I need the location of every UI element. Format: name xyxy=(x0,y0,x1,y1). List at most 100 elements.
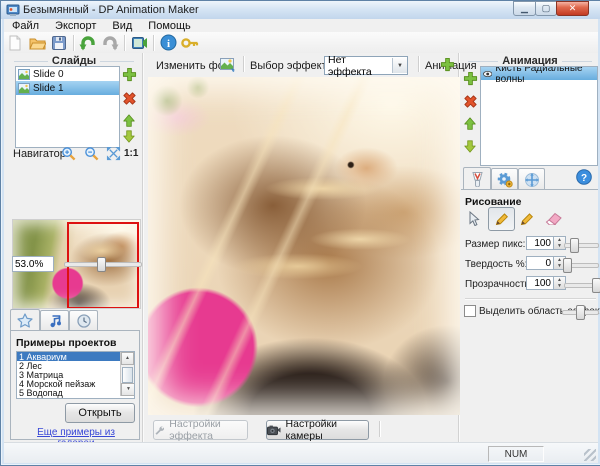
opacity-spinner[interactable]: 100 ▲▼ xyxy=(526,276,566,290)
opacity-slider-thumb[interactable] xyxy=(592,278,600,293)
select-effect-area-checkbox[interactable] xyxy=(464,305,476,317)
move-slide-up-button[interactable] xyxy=(121,113,137,129)
brush-tool-button-active[interactable] xyxy=(488,207,515,231)
slide-label: Slide 1 xyxy=(33,83,64,94)
select-tool-button[interactable] xyxy=(463,209,485,228)
arrow-up-icon xyxy=(463,117,477,131)
projects-list[interactable]: 1 Аквариум 2 Лес 3 Матрица 4 Морской пей… xyxy=(16,351,135,399)
hardness-slider[interactable] xyxy=(564,263,599,268)
plus-icon xyxy=(463,71,478,86)
info-icon: i xyxy=(160,34,177,51)
effect-settings-button[interactable]: Настройки эффекта xyxy=(153,420,248,440)
brush-size-label: Размер пикс: xyxy=(465,239,525,250)
project-item[interactable]: 5 Водопад xyxy=(17,388,121,397)
camera-settings-label: Настройки камеры xyxy=(286,418,368,442)
delete-slide-button[interactable] xyxy=(121,90,137,106)
wrench-icon xyxy=(154,424,164,436)
dropdown-arrow-icon[interactable]: ▼ xyxy=(392,58,407,73)
minimize-button[interactable]: ▁ xyxy=(513,1,536,16)
effect-dropdown[interactable]: Нет эффекта ▼ xyxy=(324,56,408,75)
zoom-out-icon[interactable] xyxy=(83,145,99,161)
zoom-value-input[interactable] xyxy=(12,256,54,272)
add-animation-bar-button[interactable] xyxy=(439,56,455,72)
add-animation-button[interactable] xyxy=(462,70,478,86)
zoom-slider[interactable] xyxy=(64,262,142,267)
fit-view-icon[interactable] xyxy=(105,145,121,161)
opacity-slider[interactable] xyxy=(564,283,599,288)
zoom-in-icon[interactable] xyxy=(60,145,76,161)
effect-area-slider-thumb[interactable] xyxy=(576,305,585,320)
open-project-button[interactable]: Открыть xyxy=(65,403,135,423)
tab-effect-settings[interactable] xyxy=(491,168,518,190)
scroll-down-arrow[interactable]: ▼ xyxy=(121,383,135,396)
delete-animation-button[interactable] xyxy=(462,93,478,109)
opacity-value[interactable]: 100 xyxy=(526,276,554,290)
export-video-button[interactable] xyxy=(128,33,150,52)
projects-scrollbar[interactable]: ▲ ▼ xyxy=(120,352,134,396)
scroll-thumb[interactable] xyxy=(122,367,133,383)
slides-list[interactable]: Slide 0 Slide 1 xyxy=(15,66,120,148)
undo-button[interactable] xyxy=(77,33,99,52)
gear-icon xyxy=(497,172,513,188)
resize-grip[interactable] xyxy=(584,449,596,461)
window-title: Безымянный - DP Animation Maker xyxy=(23,4,199,16)
open-project-label: Открыть xyxy=(78,407,121,419)
title-bar[interactable]: Безымянный - DP Animation Maker xyxy=(1,1,600,19)
arrow-up-icon xyxy=(122,114,136,128)
menu-view[interactable]: Вид xyxy=(104,20,140,32)
tab-brush[interactable] xyxy=(463,167,491,190)
tab-transform[interactable] xyxy=(518,168,545,190)
help-button[interactable]: ? xyxy=(576,169,592,190)
effect-area-slider[interactable] xyxy=(562,310,599,315)
add-slide-button[interactable] xyxy=(121,66,137,82)
move-animation-up-button[interactable] xyxy=(462,116,478,132)
eraser-tool-button[interactable] xyxy=(541,209,565,228)
plus-icon xyxy=(440,57,455,72)
camera-settings-button[interactable]: Настройки камеры xyxy=(266,420,369,440)
change-background-button[interactable]: Изменить фон xyxy=(156,60,230,72)
soft-brush-tool-button[interactable] xyxy=(516,209,538,228)
change-background-icon[interactable] xyxy=(220,57,236,77)
redo-icon xyxy=(101,34,119,51)
new-document-icon xyxy=(7,35,23,51)
tab-baseline xyxy=(461,189,598,190)
camera-icon xyxy=(267,424,281,436)
slide-list-item-selected[interactable]: Slide 1 xyxy=(16,81,119,95)
bar-separator xyxy=(243,56,244,72)
save-button[interactable] xyxy=(48,33,70,52)
move-slide-down-button[interactable] xyxy=(121,128,137,144)
brush-icon xyxy=(470,171,485,187)
brush-size-slider[interactable] xyxy=(564,243,599,248)
slide-thumb-icon xyxy=(18,83,30,94)
animation-list-item-selected[interactable]: Кисть Радиальные волны xyxy=(481,67,597,80)
tab-timing[interactable] xyxy=(69,310,98,331)
canvas-photo[interactable] xyxy=(148,77,460,415)
tab-music[interactable] xyxy=(40,310,69,331)
star-icon xyxy=(17,313,33,328)
key-icon xyxy=(181,35,199,51)
hardness-slider-thumb[interactable] xyxy=(563,258,572,273)
maximize-button[interactable]: ▢ xyxy=(535,1,557,16)
brush-size-slider-thumb[interactable] xyxy=(570,238,579,253)
close-button[interactable]: ✕ xyxy=(556,1,589,16)
key-button[interactable] xyxy=(179,33,201,52)
move-animation-down-button[interactable] xyxy=(462,138,478,154)
info-button[interactable]: i xyxy=(157,33,179,52)
menu-bar: Файл Экспорт Вид Помощь xyxy=(4,19,598,33)
menu-file[interactable]: Файл xyxy=(4,20,47,32)
tab-projects[interactable] xyxy=(10,309,40,331)
hardness-value[interactable]: 0 xyxy=(526,256,554,270)
new-document-button[interactable] xyxy=(4,33,26,52)
scroll-up-arrow[interactable]: ▲ xyxy=(121,352,134,365)
redo-button[interactable] xyxy=(99,33,121,52)
zoom-slider-thumb[interactable] xyxy=(97,257,106,272)
menu-export[interactable]: Экспорт xyxy=(47,20,104,32)
ratio-1-1-button[interactable]: 1:1 xyxy=(124,148,138,159)
brush-size-value[interactable]: 100 xyxy=(526,236,554,250)
animation-list[interactable]: Кисть Радиальные волны xyxy=(480,66,598,166)
open-button[interactable] xyxy=(26,33,48,52)
hardness-spinner[interactable]: 0 ▲▼ xyxy=(526,256,566,270)
menu-help[interactable]: Помощь xyxy=(140,20,199,32)
brush-size-spinner[interactable]: 100 ▲▼ xyxy=(526,236,566,250)
slide-list-item[interactable]: Slide 0 xyxy=(16,67,119,81)
